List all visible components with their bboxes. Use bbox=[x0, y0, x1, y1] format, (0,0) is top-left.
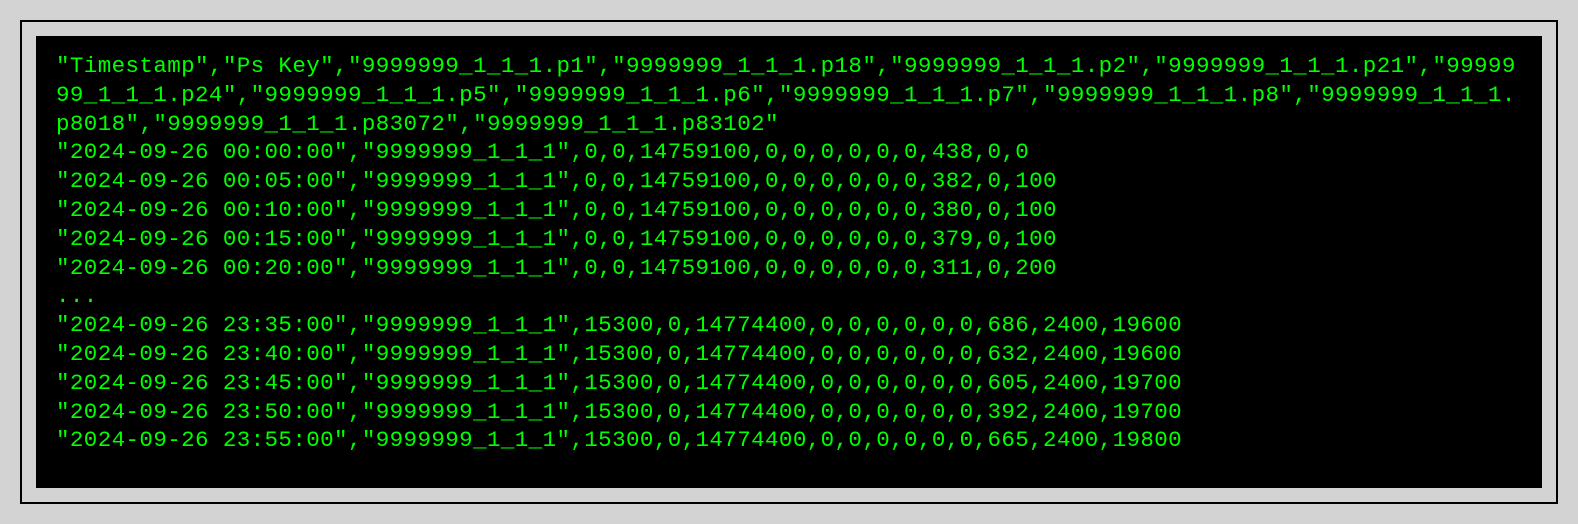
terminal-output: "Timestamp","Ps Key","9999999_1_1_1.p1",… bbox=[56, 52, 1522, 455]
terminal-pane[interactable]: "Timestamp","Ps Key","9999999_1_1_1.p1",… bbox=[36, 36, 1542, 488]
csv-data-row: "2024-09-26 23:35:00","9999999_1_1_1",15… bbox=[56, 312, 1182, 338]
window-frame: "Timestamp","Ps Key","9999999_1_1_1.p1",… bbox=[20, 20, 1558, 504]
csv-data-row: "2024-09-26 00:05:00","9999999_1_1_1",0,… bbox=[56, 168, 1057, 194]
csv-data-row: "2024-09-26 23:50:00","9999999_1_1_1",15… bbox=[56, 399, 1182, 425]
csv-data-row: "2024-09-26 00:15:00","9999999_1_1_1",0,… bbox=[56, 226, 1057, 252]
csv-data-row: "2024-09-26 00:10:00","9999999_1_1_1",0,… bbox=[56, 197, 1057, 223]
ellipsis-line: ... bbox=[56, 283, 98, 309]
csv-data-row: "2024-09-26 23:40:00","9999999_1_1_1",15… bbox=[56, 341, 1182, 367]
csv-data-row: "2024-09-26 23:45:00","9999999_1_1_1",15… bbox=[56, 370, 1182, 396]
csv-header-line: "Timestamp","Ps Key","9999999_1_1_1.p1",… bbox=[56, 53, 1516, 137]
csv-data-row: "2024-09-26 23:55:00","9999999_1_1_1",15… bbox=[56, 427, 1182, 453]
csv-data-row: "2024-09-26 00:20:00","9999999_1_1_1",0,… bbox=[56, 255, 1057, 281]
csv-data-row: "2024-09-26 00:00:00","9999999_1_1_1",0,… bbox=[56, 139, 1029, 165]
